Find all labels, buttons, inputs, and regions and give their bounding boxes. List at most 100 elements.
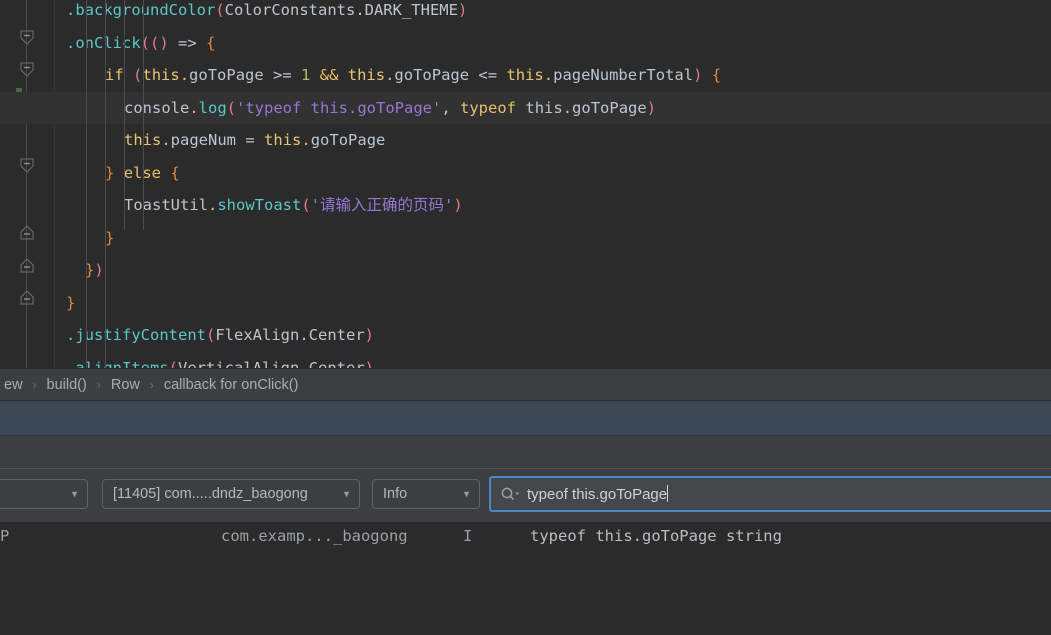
code-token: if [105,66,124,84]
breadcrumb-item[interactable]: ew [0,377,27,393]
code-line[interactable]: .onClick(() => { [0,27,1051,60]
code-token: 'typeof this.goToPage' [236,98,442,117]
code-line[interactable]: } else { [0,157,1051,190]
code-token: ( [215,1,225,19]
code-token: . [301,131,311,149]
code-token: . [179,66,190,84]
code-token: showToast [217,196,302,214]
code-token: . [66,1,76,19]
breadcrumb-item[interactable]: Row [107,377,144,393]
code-token: ) [457,1,468,19]
code-token: this [525,98,563,117]
code-token: { [206,33,216,52]
code-token: } [66,293,76,312]
code-token: backgroundColor [75,1,216,19]
code-line[interactable]: console.log('typeof this.goToPage', type… [0,91,1051,124]
code-token: { [170,163,180,182]
code-token: this [506,66,544,84]
log-level-dropdown[interactable]: Info ▼ [372,479,480,509]
code-token: typeof [460,98,517,117]
code-token: ) [364,358,374,369]
indent-guide [105,0,106,368]
code-line[interactable]: ToastUtil.showToast('请输入正确的页码') [0,189,1051,222]
code-token: ) [453,196,463,214]
code-token: '请输入正确的页码' [310,196,454,214]
log-search-field[interactable]: typeof this.goToPage [489,476,1051,512]
log-output-area[interactable]: Pcom.examp..._baogong Itypeof this.goToPa… [0,522,1051,635]
code-line[interactable]: } [0,222,1051,255]
code-token: . [562,98,573,117]
code-token: => [178,33,197,52]
code-token: ) [364,326,374,344]
text-cursor [667,485,669,502]
code-token: VerticalAlign.Center [178,358,365,369]
code-token: goToPage [189,66,264,84]
log-search-value: typeof this.goToPage [527,486,668,503]
code-token: ( [226,98,237,117]
code-token: 1 [301,66,311,84]
code-token: <= [478,66,498,84]
device-filter-dropdown[interactable]: [11405] com.....dndz_baogong ▼ [102,479,360,509]
console-tab-band[interactable] [0,400,1051,435]
code-token: ( [133,66,143,84]
breadcrumb-separator: › [32,377,37,392]
code-token: ) [646,98,657,117]
code-line[interactable]: .alignItems(VerticalAlign.Center) [0,352,1051,369]
code-line[interactable]: } [0,287,1051,320]
process-filter-dropdown[interactable]: p ▼ [0,479,88,509]
breadcrumb-separator: › [149,377,154,392]
code-token: ( [206,326,216,344]
code-token: ) [94,261,104,279]
code-token: . [66,33,76,52]
breadcrumb-item[interactable]: callback for onClick() [160,377,303,393]
code-token: } [105,228,115,247]
code-token: this [347,66,386,84]
code-token: this [142,66,180,84]
console-subheader-band[interactable] [0,435,1051,468]
code-token: goToPage [572,98,647,117]
code-line[interactable]: if (this.goToPage >= 1 && this.goToPage … [0,59,1051,92]
code-line[interactable]: }) [0,254,1051,287]
code-token: pageNumberTotal [553,66,694,84]
breadcrumb-separator: › [96,377,101,392]
code-token: = [245,131,255,149]
chevron-down-icon: ▼ [70,488,79,499]
code-token: . [543,66,554,84]
ide-window: .backgroundColor(ColorConstants.DARK_THE… [0,0,1051,635]
code-editor[interactable]: .backgroundColor(ColorConstants.DARK_THE… [0,0,1051,368]
code-token: ToastUtil [124,196,208,214]
chevron-down-icon: ▼ [342,488,351,499]
indent-guide [86,0,87,368]
code-token: ( [168,358,179,369]
log-level-label: Info [383,486,408,502]
breadcrumb-item[interactable]: build() [43,377,91,393]
code-token: pageNum [170,131,236,149]
indent-guide [143,0,144,230]
log-row[interactable]: Pcom.examp..._baogong Itypeof this.goToPa… [0,527,1051,555]
code-token: . [208,196,218,214]
code-line[interactable]: .justifyContent(FlexAlign.Center) [0,319,1051,352]
code-token: console [124,98,190,117]
code-token: . [189,98,199,117]
code-token: () [150,33,169,52]
code-token: ( [301,196,311,214]
code-line[interactable]: .backgroundColor(ColorConstants.DARK_THE… [0,0,1051,27]
code-token: this [264,131,302,149]
log-pid: P [0,527,10,545]
log-level: I [463,527,473,545]
code-token: . [66,326,76,344]
chevron-down-icon: ▼ [462,488,471,499]
breadcrumb[interactable]: ew › build() › Row › callback for onClick() [0,368,1051,400]
code-token: log [198,98,227,117]
code-line[interactable]: this.pageNum = this.goToPage [0,124,1051,157]
code-text[interactable]: .backgroundColor(ColorConstants.DARK_THE… [0,0,1051,368]
code-token: alignItems [75,358,169,369]
code-token: >= [273,66,292,84]
